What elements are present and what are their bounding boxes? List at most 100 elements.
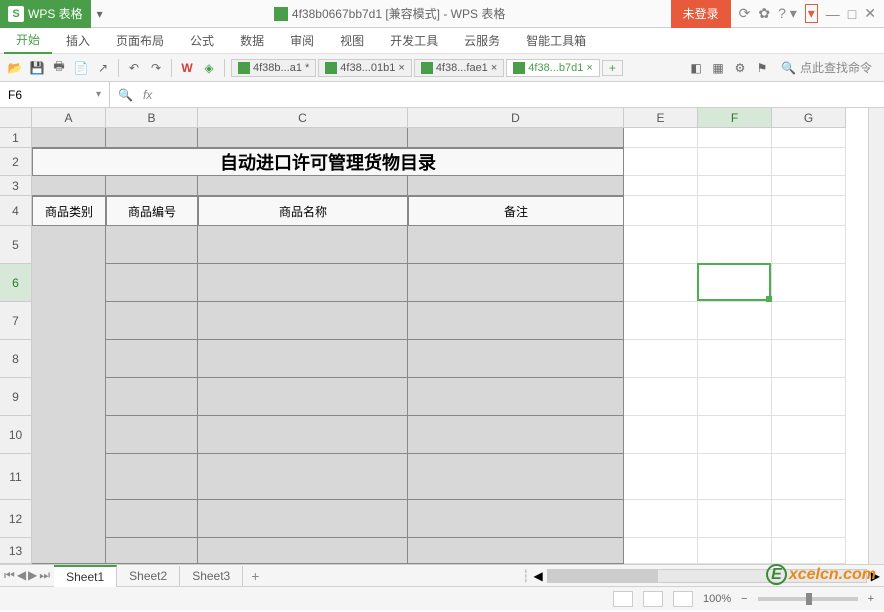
fx-search-icon[interactable]: 🔍 bbox=[118, 88, 133, 102]
cell-G8[interactable] bbox=[772, 340, 846, 378]
cells-grid[interactable]: 自动进口许可管理货物目录商品类别商品编号商品名称备注 bbox=[32, 128, 846, 564]
cell-F4[interactable] bbox=[698, 196, 772, 226]
sheet-first-icon[interactable]: ⏮ bbox=[4, 568, 15, 583]
cell-E2[interactable] bbox=[624, 148, 698, 176]
cell-C3[interactable] bbox=[198, 176, 408, 196]
cell-C1[interactable] bbox=[198, 128, 408, 148]
cell-C10[interactable] bbox=[198, 416, 408, 454]
fx-label[interactable]: fx bbox=[143, 88, 152, 102]
sheet-tab-1[interactable]: Sheet1 bbox=[54, 565, 117, 587]
cell-E3[interactable] bbox=[624, 176, 698, 196]
undo-icon[interactable]: ↶ bbox=[125, 59, 143, 77]
window-icon[interactable]: ◧ bbox=[687, 59, 705, 77]
zoom-thumb[interactable] bbox=[806, 593, 812, 605]
cell-E10[interactable] bbox=[624, 416, 698, 454]
app-menu-dropdown[interactable]: ▾ bbox=[91, 7, 109, 21]
cell-C7[interactable] bbox=[198, 302, 408, 340]
sheet-next-icon[interactable]: ▶ bbox=[28, 568, 37, 583]
hscroll-thumb[interactable] bbox=[548, 570, 658, 582]
row-header-4[interactable]: 4 bbox=[0, 196, 32, 226]
add-doc-tab[interactable]: + bbox=[602, 60, 623, 76]
cell-E9[interactable] bbox=[624, 378, 698, 416]
cell-A6[interactable] bbox=[32, 264, 106, 302]
settings-icon[interactable]: ▦ bbox=[709, 59, 727, 77]
cell-B6[interactable] bbox=[106, 264, 198, 302]
open-icon[interactable]: 📂 bbox=[6, 59, 24, 77]
sheet-tab-2[interactable]: Sheet2 bbox=[117, 566, 180, 586]
cell-E12[interactable] bbox=[624, 500, 698, 538]
maximize-button[interactable]: □ bbox=[848, 6, 856, 22]
cell-G11[interactable] bbox=[772, 454, 846, 500]
cell-A11[interactable] bbox=[32, 454, 106, 500]
cell-B1[interactable] bbox=[106, 128, 198, 148]
cell-C9[interactable] bbox=[198, 378, 408, 416]
cell-D5[interactable] bbox=[408, 226, 624, 264]
vertical-scrollbar[interactable] bbox=[868, 108, 884, 564]
cell-F11[interactable] bbox=[698, 454, 772, 500]
zoom-value[interactable]: 100% bbox=[703, 593, 731, 605]
cell-E7[interactable] bbox=[624, 302, 698, 340]
row-header-12[interactable]: 12 bbox=[0, 500, 32, 538]
cell-B3[interactable] bbox=[106, 176, 198, 196]
ribbon-tab-review[interactable]: 审阅 bbox=[278, 28, 326, 53]
cell-B4[interactable]: 商品编号 bbox=[106, 196, 198, 226]
cell-C12[interactable] bbox=[198, 500, 408, 538]
cell-C6[interactable] bbox=[198, 264, 408, 302]
preview-icon[interactable]: 📄 bbox=[72, 59, 90, 77]
view-normal-icon[interactable] bbox=[613, 591, 633, 607]
cell-A7[interactable] bbox=[32, 302, 106, 340]
cell-A10[interactable] bbox=[32, 416, 106, 454]
cell-C11[interactable] bbox=[198, 454, 408, 500]
command-search[interactable]: 🔍 点此查找命令 bbox=[775, 59, 878, 76]
name-box-dropdown-icon[interactable]: ▾ bbox=[96, 89, 101, 100]
col-header-F[interactable]: F bbox=[698, 108, 772, 128]
cell-B12[interactable] bbox=[106, 500, 198, 538]
cell-G4[interactable] bbox=[772, 196, 846, 226]
cell-A2[interactable]: 自动进口许可管理货物目录 bbox=[32, 148, 624, 176]
doc-tab[interactable]: 4f38b...a1 * bbox=[231, 59, 316, 77]
cell-G1[interactable] bbox=[772, 128, 846, 148]
split-handle[interactable]: ┆ bbox=[522, 569, 529, 583]
cell-D13[interactable] bbox=[408, 538, 624, 564]
cell-C13[interactable] bbox=[198, 538, 408, 564]
row-header-3[interactable]: 3 bbox=[0, 176, 32, 196]
cell-A5[interactable] bbox=[32, 226, 106, 264]
cell-D8[interactable] bbox=[408, 340, 624, 378]
sheet-prev-icon[interactable]: ◀ bbox=[17, 568, 26, 583]
row-header-10[interactable]: 10 bbox=[0, 416, 32, 454]
save-icon[interactable]: 💾 bbox=[28, 59, 46, 77]
cell-C4[interactable]: 商品名称 bbox=[198, 196, 408, 226]
cell-E5[interactable] bbox=[624, 226, 698, 264]
col-header-E[interactable]: E bbox=[624, 108, 698, 128]
cell-F3[interactable] bbox=[698, 176, 772, 196]
cell-G2[interactable] bbox=[772, 148, 846, 176]
row-header-1[interactable]: 1 bbox=[0, 128, 32, 148]
row-header-5[interactable]: 5 bbox=[0, 226, 32, 264]
cell-F1[interactable] bbox=[698, 128, 772, 148]
help-icon[interactable]: ? ▾ bbox=[778, 5, 797, 22]
row-header-6[interactable]: 6 bbox=[0, 264, 32, 302]
cell-E1[interactable] bbox=[624, 128, 698, 148]
cell-E13[interactable] bbox=[624, 538, 698, 564]
cell-A9[interactable] bbox=[32, 378, 106, 416]
cell-F6[interactable] bbox=[698, 264, 772, 302]
ribbon-tab-smart[interactable]: 智能工具箱 bbox=[514, 28, 598, 53]
select-all-corner[interactable] bbox=[0, 108, 32, 128]
sheet-last-icon[interactable]: ⏭ bbox=[39, 568, 50, 583]
cell-E11[interactable] bbox=[624, 454, 698, 500]
print-icon[interactable]: 🖶 bbox=[50, 59, 68, 77]
cell-A12[interactable] bbox=[32, 500, 106, 538]
ribbon-tab-start[interactable]: 开始 bbox=[4, 27, 52, 54]
cell-D12[interactable] bbox=[408, 500, 624, 538]
cell-D10[interactable] bbox=[408, 416, 624, 454]
view-break-icon[interactable] bbox=[673, 591, 693, 607]
row-header-8[interactable]: 8 bbox=[0, 340, 32, 378]
cell-B9[interactable] bbox=[106, 378, 198, 416]
cell-G9[interactable] bbox=[772, 378, 846, 416]
cell-D3[interactable] bbox=[408, 176, 624, 196]
row-header-7[interactable]: 7 bbox=[0, 302, 32, 340]
col-header-C[interactable]: C bbox=[198, 108, 408, 128]
cell-G6[interactable] bbox=[772, 264, 846, 302]
row-header-2[interactable]: 2 bbox=[0, 148, 32, 176]
doc-tab-active[interactable]: 4f38...b7d1 × bbox=[506, 59, 600, 77]
